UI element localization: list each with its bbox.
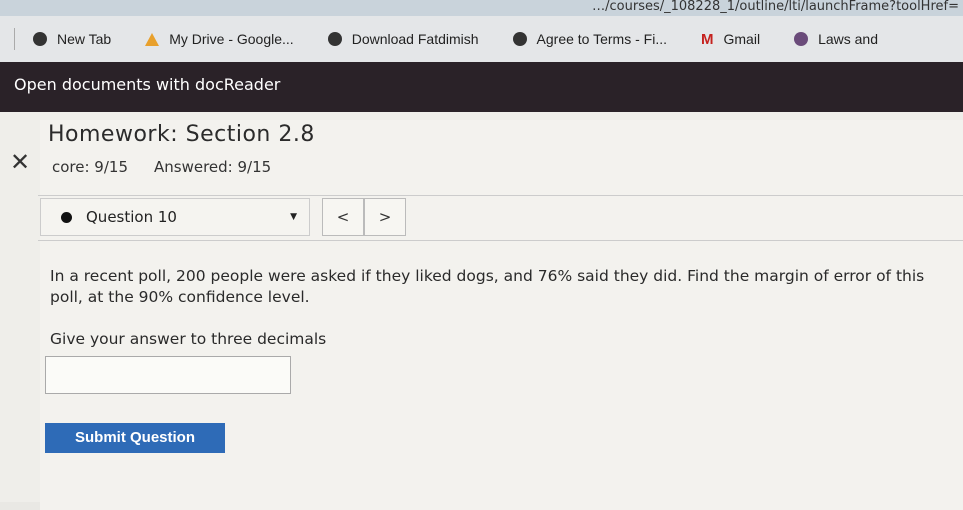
bookmark-label: Laws and [818,31,878,47]
bookmark-label: My Drive - Google... [169,31,294,47]
answered-count: Answered: 9/15 [154,158,272,176]
question-select[interactable]: Question 10 ▼ [40,198,310,236]
globe-icon [327,32,342,46]
prev-question-button[interactable]: < [322,198,364,236]
score-line: core: 9/15 Answered: 9/15 [52,158,297,176]
globe-icon [512,32,527,46]
question-label: Question 10 [86,208,177,226]
score: core: 9/15 [52,158,128,176]
bookmarks-bar: New Tab My Drive - Google... Download Fa… [0,16,963,62]
bookmark-gmail[interactable]: M Gmail [701,31,760,48]
next-question-button[interactable]: > [364,198,406,236]
drive-icon [145,32,160,46]
page-title: Homework: Section 2.8 [48,122,315,147]
chevron-down-icon: ▼ [290,212,297,222]
globe-icon [33,32,47,46]
status-dot-icon [61,211,72,223]
divider [14,28,15,50]
bookmark-new-tab[interactable]: New Tab [33,31,111,47]
address-bar[interactable]: …/courses/_108228_1/outline/lti/launchFr… [0,0,963,16]
bookmark-label: Gmail [723,31,761,47]
bookmark-my-drive[interactable]: My Drive - Google... [145,31,294,47]
site-icon [794,32,809,46]
bookmark-download[interactable]: Download Fatdimish [327,31,479,47]
gmail-icon: M [701,30,714,48]
submit-question-button[interactable]: Submit Question [45,423,225,453]
instruction-text: Give your answer to three decimals [50,330,327,348]
question-text: In a recent poll, 200 people were asked … [50,267,925,306]
bookmark-label: Download Fatdimish [351,31,479,47]
bookmark-agree-terms[interactable]: Agree to Terms - Fi... [512,31,667,47]
bookmark-label: Agree to Terms - Fi... [536,31,667,47]
answer-input[interactable] [45,356,291,394]
bookmark-label: New Tab [57,31,112,47]
bookmark-laws[interactable]: Laws and [794,31,878,47]
close-icon[interactable]: ✕ [10,148,30,176]
